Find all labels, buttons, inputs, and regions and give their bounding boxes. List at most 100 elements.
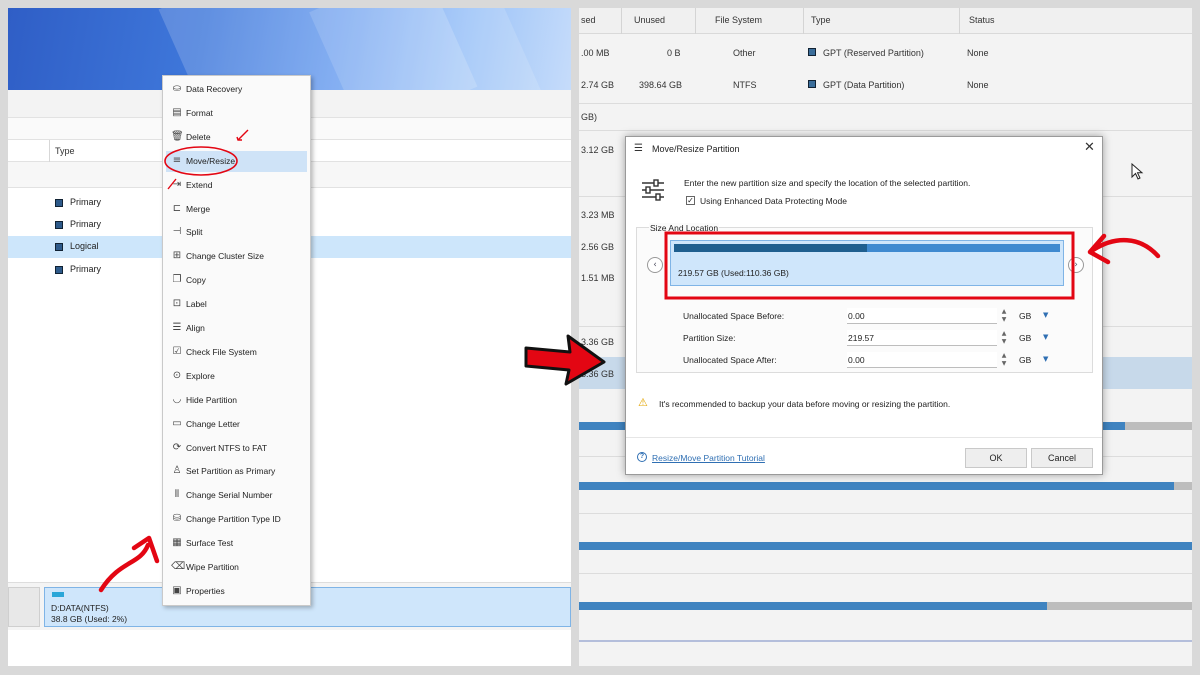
set-primary-icon: ♙ [172, 465, 182, 477]
menu-item-label: Explore [186, 370, 215, 381]
cancel-button[interactable]: Cancel [1031, 448, 1093, 468]
menu-item-change-cluster-size[interactable]: ⊞ Change Cluster Size [166, 246, 307, 267]
explore-icon: ⊙ [172, 369, 182, 381]
row-divider [579, 513, 1192, 514]
column-header-unused[interactable]: Unused [634, 15, 665, 25]
column-separator [49, 140, 50, 162]
surface-test-icon: ▦ [172, 537, 182, 549]
menu-item-label: Set Partition as Primary [186, 466, 276, 477]
cell-used: .00 MB [581, 48, 610, 58]
partition-type-icon [55, 221, 63, 229]
cell-fragment: 3.23 MB [581, 210, 615, 220]
menu-item-wipe-partition[interactable]: ⌫ Wipe Partition [166, 557, 307, 578]
partition-type: Logical [70, 241, 99, 251]
unit-label: GB [1019, 355, 1032, 365]
unallocated-before-spinner[interactable]: ▲ ▼ [1000, 308, 1008, 324]
move-right-button[interactable]: › [1068, 257, 1084, 273]
unallocated-before-input[interactable]: 0.00 [847, 308, 997, 324]
partition-size-slider[interactable]: 219.57 GB (Used:110.36 GB) [670, 240, 1064, 286]
column-separator [621, 8, 622, 34]
dialog-divider [626, 437, 1102, 438]
convert-icon: ⟳ [172, 441, 182, 453]
chevron-down-icon: ▼ [1043, 311, 1049, 319]
menu-item-label: Change Serial Number [186, 490, 273, 501]
menu-item-convert-ntfs-to-fat[interactable]: ⟳ Convert NTFS to FAT [166, 438, 307, 459]
column-header-status[interactable]: Status [969, 15, 995, 25]
row-divider [579, 573, 1192, 574]
partition-type: Primary [70, 197, 101, 207]
unallocated-after-unit[interactable]: GB ▼ [1011, 352, 1049, 368]
partition-type: Primary [70, 264, 101, 274]
type-id-icon: ⛁ [172, 513, 182, 525]
menu-item-label: Merge [186, 203, 211, 214]
extend-icon: ⇥ [172, 178, 182, 190]
menu-item-change-partition-type-id[interactable]: ⛁ Change Partition Type ID [166, 509, 307, 530]
menu-item-label: Delete [186, 131, 211, 142]
menu-item-check-file-system[interactable]: ☑ Check File System [166, 342, 307, 363]
menu-item-move-resize[interactable]: ≡ Move/Resize [166, 150, 307, 172]
menu-item-extend[interactable]: ⇥ Extend [166, 175, 307, 196]
menu-item-label: Check File System [186, 346, 257, 357]
cell-fragment: 3.12 GB [581, 145, 615, 155]
label-icon: ⊡ [172, 298, 182, 310]
close-icon[interactable]: ✕ [1084, 140, 1095, 155]
unallocated-after-spinner[interactable]: ▲ ▼ [1000, 352, 1008, 368]
check-file-system-icon: ☑ [172, 345, 182, 357]
partition-type-icon [55, 243, 63, 251]
data-recovery-icon: ⛀ [172, 83, 182, 94]
disk-usage-bar [579, 602, 1047, 610]
menu-item-surface-test[interactable]: ▦ Surface Test [166, 533, 307, 554]
partition-size-input[interactable]: 219.57 [847, 330, 997, 346]
partition-size-spinner[interactable]: ▲ ▼ [1000, 330, 1008, 346]
menu-item-set-partition-as-primary[interactable]: ♙ Set Partition as Primary [166, 461, 307, 482]
column-header-file-system[interactable]: File System [715, 15, 762, 25]
disk-map-partition-name: D:DATA(NTFS) [51, 603, 109, 613]
partition-size-label: Partition Size: [683, 333, 736, 343]
menu-item-copy[interactable]: ❐ Copy [166, 270, 307, 291]
column-separator [959, 8, 960, 34]
menu-item-label[interactable]: ⊡ Label [166, 294, 307, 315]
move-left-button[interactable]: ‹ [647, 257, 663, 273]
ok-button[interactable]: OK [965, 448, 1027, 468]
partition-usage-cap [52, 592, 64, 597]
menu-item-label: Align [186, 323, 205, 333]
menu-item-hide-partition[interactable]: ◡ Hide Partition [166, 390, 307, 411]
unallocated-after-label: Unallocated Space After: [683, 355, 777, 365]
enhanced-mode-checkbox[interactable]: ✓ [686, 196, 695, 205]
column-header-used[interactable]: sed [581, 15, 596, 25]
menu-item-align[interactable]: ☰ Align [166, 318, 307, 339]
menu-item-split[interactable]: ⊣ Split [166, 222, 307, 243]
partition-size-unit[interactable]: GB ▼ [1011, 330, 1049, 346]
menu-item-properties[interactable]: ▣ Properties [166, 581, 307, 602]
menu-item-format[interactable]: ▤ Format [166, 103, 307, 124]
menu-item-label: Change Letter [186, 418, 240, 429]
group-label: Size And Location [649, 223, 720, 233]
unallocated-after-input[interactable]: 0.00 [847, 352, 997, 368]
menu-item-label: Wipe Partition [186, 562, 239, 572]
menu-item-delete[interactable]: 🗑 Delete [166, 127, 307, 148]
context-menu: ⛀ Data Recovery ▤ Format 🗑 Delete ≡ Move/Resize… [162, 75, 311, 606]
menu-item-label: Data Recovery [186, 84, 243, 94]
tutorial-link[interactable]: Resize/Move Partition Tutorial [652, 453, 765, 463]
cell-type: GPT (Data Partition) [823, 80, 905, 90]
partition-type: Primary [70, 219, 101, 229]
menu-item-change-letter[interactable]: ▭ Change Letter [166, 414, 307, 435]
disk-map-prev-block[interactable] [8, 587, 40, 627]
unallocated-before-label: Unallocated Space Before: [683, 311, 785, 321]
menu-item-merge[interactable]: ⊏ Merge [166, 199, 307, 220]
table-header [579, 8, 1192, 34]
column-header-type[interactable]: Type [55, 146, 75, 156]
menu-item-label: Extend [186, 179, 213, 190]
size-location-group: Size And Location ‹ 219.57 GB (Used:110.… [636, 223, 1093, 373]
help-icon[interactable]: ? [637, 452, 647, 462]
cell-file-system: NTFS [733, 80, 757, 90]
menu-item-data-recovery[interactable]: ⛀ Data Recovery [166, 79, 307, 100]
menu-item-change-serial-number[interactable]: ⦀ Change Serial Number [166, 485, 307, 506]
menu-item-explore[interactable]: ⊙ Explore [166, 366, 307, 387]
disk-usage-bar [579, 482, 1174, 490]
column-header-type[interactable]: Type [811, 15, 831, 25]
unit-label: GB [1019, 311, 1032, 321]
unallocated-before-unit[interactable]: GB ▼ [1011, 308, 1049, 324]
sliders-large-icon [642, 179, 664, 201]
menu-item-label: Properties [186, 585, 225, 596]
